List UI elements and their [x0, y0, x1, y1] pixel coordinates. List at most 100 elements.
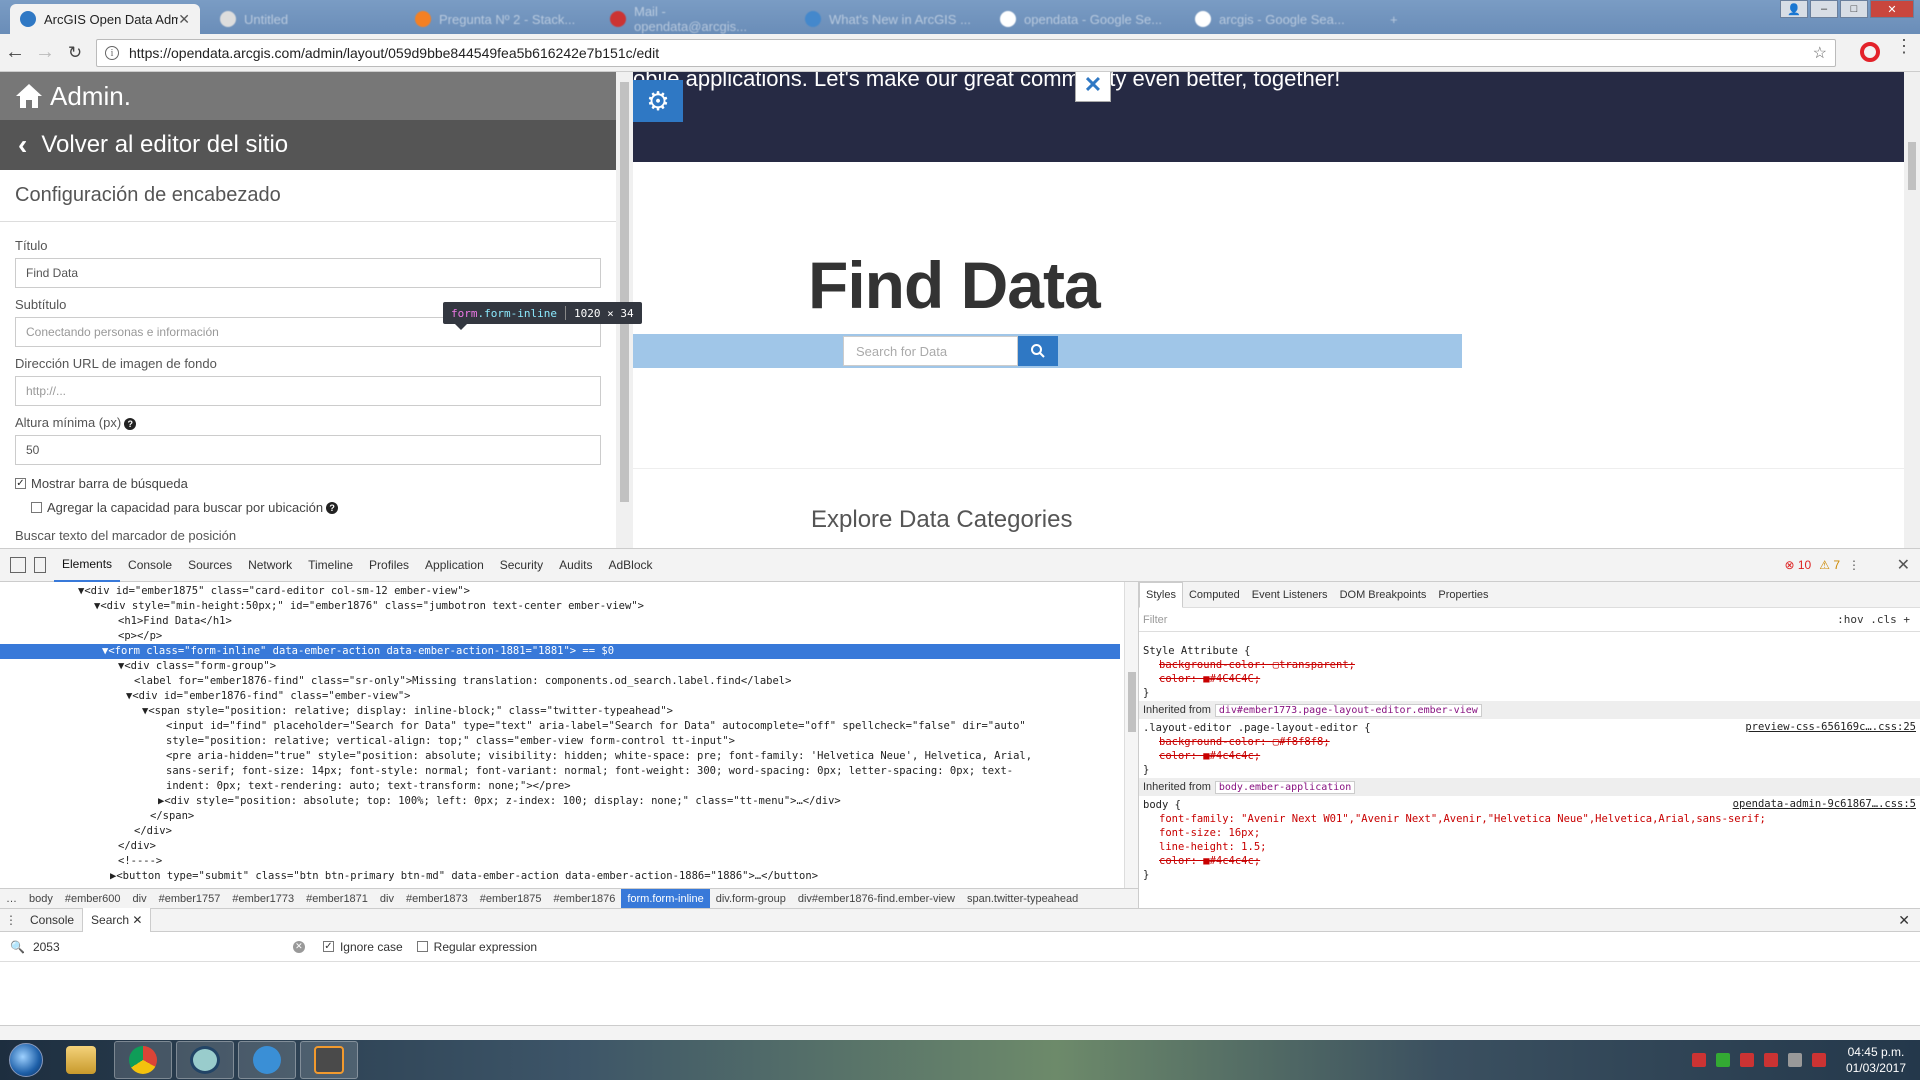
tab-inactive-6[interactable]: arcgis - Google Sea... [1185, 4, 1375, 34]
breadcrumb-item[interactable]: div.form-group [710, 889, 792, 909]
styles-filter-input[interactable]: Filter :hov .cls + [1139, 608, 1920, 632]
reload-icon[interactable]: ↻ [60, 38, 90, 68]
bg-url-input[interactable]: http://... [15, 376, 601, 406]
dom-node-line[interactable]: ▶<div style="position: absolute; top: 10… [158, 794, 841, 809]
dom-node-line[interactable]: sans-serif; font-size: 14px; font-style:… [166, 764, 1013, 779]
elements-scrollbar[interactable] [1124, 582, 1138, 888]
dom-node-line[interactable]: ▼<div style="min-height:50px;" id="ember… [94, 599, 644, 614]
dom-node-line[interactable]: <input id="find" placeholder="Search for… [166, 719, 1026, 734]
clock[interactable]: 04:45 p.m. 01/03/2017 [1846, 1044, 1906, 1076]
minimize-icon[interactable]: – [1810, 0, 1838, 18]
clear-search-icon[interactable]: ✕ [292, 940, 305, 953]
close-tab-icon[interactable]: ✕ [178, 11, 190, 28]
tray-app-icon[interactable] [1739, 1053, 1754, 1067]
forward-arrow-icon[interactable]: → [30, 38, 60, 68]
issue-counters[interactable]: ⊗ 10 ⚠ 7 ⋮ [1784, 558, 1860, 572]
search-input[interactable]: Search for Data [843, 336, 1018, 366]
tab-computed[interactable]: Computed [1183, 582, 1246, 608]
inspect-element-icon[interactable] [10, 557, 26, 573]
help-icon[interactable]: ? [326, 501, 339, 514]
bookmark-star-icon[interactable]: ☆ [1813, 43, 1827, 63]
tab-audits[interactable]: Audits [551, 549, 600, 582]
breadcrumb-item[interactable]: #ember600 [59, 889, 127, 909]
tray-app-icon[interactable] [1691, 1053, 1706, 1067]
dom-node-line[interactable]: indent: 0px; text-rendering: auto; text-… [166, 779, 571, 794]
ignore-case-checkbox[interactable]: ✓ [322, 941, 334, 952]
rule-source-link[interactable]: preview-css-656169c….css:25 [1745, 721, 1916, 733]
breadcrumb-item[interactable]: #ember1875 [474, 889, 548, 909]
help-icon[interactable]: ? [124, 417, 137, 430]
dom-node-line[interactable]: ▼<span style="position: relative; displa… [142, 704, 673, 719]
taskbar-ie[interactable] [238, 1041, 296, 1079]
drawer-menu-icon[interactable]: ⋮ [0, 913, 22, 927]
dom-node-line[interactable]: ▶<button type="submit" class="btn btn-pr… [110, 869, 818, 884]
taskbar-sublime[interactable] [300, 1041, 358, 1079]
regex-checkbox[interactable] [416, 941, 428, 952]
tab-timeline[interactable]: Timeline [300, 549, 361, 582]
network-icon[interactable] [1787, 1053, 1802, 1067]
show-search-checkbox-row[interactable]: ✓ Mostrar barra de búsqueda [15, 476, 188, 491]
dom-node-line[interactable]: ▼<div id="ember1875" class="card-editor … [78, 584, 470, 599]
address-bar[interactable]: i https://opendata.arcgis.com/admin/layo… [96, 39, 1836, 67]
opera-extension-icon[interactable] [1860, 42, 1880, 62]
dom-node-selected[interactable]: ▼<form class="form-inline" data-ember-ac… [0, 644, 1120, 659]
breadcrumb-item[interactable]: span.twitter-typeahead [961, 889, 1084, 909]
home-icon[interactable] [14, 82, 44, 110]
preview-scrollbar[interactable] [1904, 72, 1920, 548]
dom-node-line[interactable]: </div> [134, 824, 172, 839]
dom-node-line[interactable]: ▼<div id="ember1876-find" class="ember-v… [126, 689, 410, 704]
tab-inactive-1[interactable]: Untitled [210, 4, 400, 34]
tab-inactive-4[interactable]: What's New in ArcGIS ... [795, 4, 985, 34]
tab-properties[interactable]: Properties [1432, 582, 1494, 608]
tab-application[interactable]: Application [417, 549, 492, 582]
dom-node-line[interactable]: <!----> [118, 854, 162, 869]
volume-icon[interactable] [1811, 1053, 1826, 1067]
dom-node-line[interactable]: <label for="ember1876-find" class="sr-on… [134, 674, 791, 689]
search-button[interactable] [1018, 336, 1058, 366]
css-property[interactable]: background-color: ▢#f8f8f8; [1159, 735, 1330, 749]
tab-inactive-2[interactable]: Pregunta Nº 2 - Stack... [405, 4, 595, 34]
css-property[interactable]: color: ■#4c4c4c; [1159, 749, 1260, 763]
dom-node-line[interactable]: <h1>Find Data</h1> [118, 614, 232, 629]
css-property[interactable]: font-size: 16px; [1159, 826, 1260, 840]
inherited-selector[interactable]: body.ember-application [1214, 780, 1356, 794]
tab-elements[interactable]: Elements [54, 549, 121, 582]
window-close-icon[interactable]: ✕ [1870, 0, 1914, 18]
new-tab-button[interactable]: + [1380, 4, 1410, 34]
breadcrumb-item[interactable]: #ember1876 [548, 889, 622, 909]
breadcrumb-item[interactable]: #ember1871 [300, 889, 374, 909]
close-icon[interactable]: ✕ [1075, 72, 1111, 102]
breadcrumb-item[interactable]: #ember1773 [226, 889, 300, 909]
tab-arcgis-admin[interactable]: ArcGIS Open Data Admin ✕ [10, 4, 200, 34]
taskbar-chrome[interactable] [114, 1041, 172, 1079]
location-search-checkbox-row[interactable]: Agregar la capacidad para buscar por ubi… [31, 500, 339, 515]
tab-network[interactable]: Network [240, 549, 300, 582]
location-search-checkbox[interactable] [31, 502, 42, 513]
tab-sources[interactable]: Sources [180, 549, 240, 582]
drawer-tab-search[interactable]: Search ✕ [82, 908, 152, 932]
breadcrumb-item[interactable]: form.form-inline [621, 888, 710, 909]
dom-node-line[interactable]: <pre aria-hidden="true" style="position:… [166, 749, 1032, 764]
tab-dom-breakpoints[interactable]: DOM Breakpoints [1334, 582, 1433, 608]
gear-icon[interactable]: ⚙ [633, 80, 683, 122]
user-icon[interactable]: 👤 [1780, 0, 1808, 18]
tab-profiles[interactable]: Profiles [361, 549, 417, 582]
filter-options[interactable]: :hov .cls + [1837, 613, 1910, 626]
breadcrumb-item[interactable]: div [127, 889, 153, 909]
breadcrumb-item[interactable]: div#ember1876-find.ember-view [792, 889, 961, 909]
scrollbar-thumb[interactable] [1908, 142, 1916, 190]
dom-node-line[interactable]: <p></p> [118, 629, 162, 644]
taskbar-explorer[interactable] [52, 1041, 110, 1079]
dom-node-line[interactable]: </div> [118, 839, 156, 854]
css-property[interactable]: line-height: 1.5; [1159, 840, 1266, 854]
breadcrumb-item[interactable]: body [23, 889, 59, 909]
tray-app-icon[interactable] [1763, 1053, 1778, 1067]
tray-app-icon[interactable] [1715, 1053, 1730, 1067]
device-mode-icon[interactable] [34, 557, 46, 573]
css-property[interactable]: background-color: ▢transparent; [1159, 658, 1355, 672]
drawer-tab-console[interactable]: Console [22, 908, 82, 932]
tab-styles[interactable]: Styles [1139, 582, 1183, 608]
breadcrumb-item[interactable]: … [0, 889, 23, 909]
tab-security[interactable]: Security [492, 549, 551, 582]
site-info-icon[interactable]: i [105, 46, 119, 60]
